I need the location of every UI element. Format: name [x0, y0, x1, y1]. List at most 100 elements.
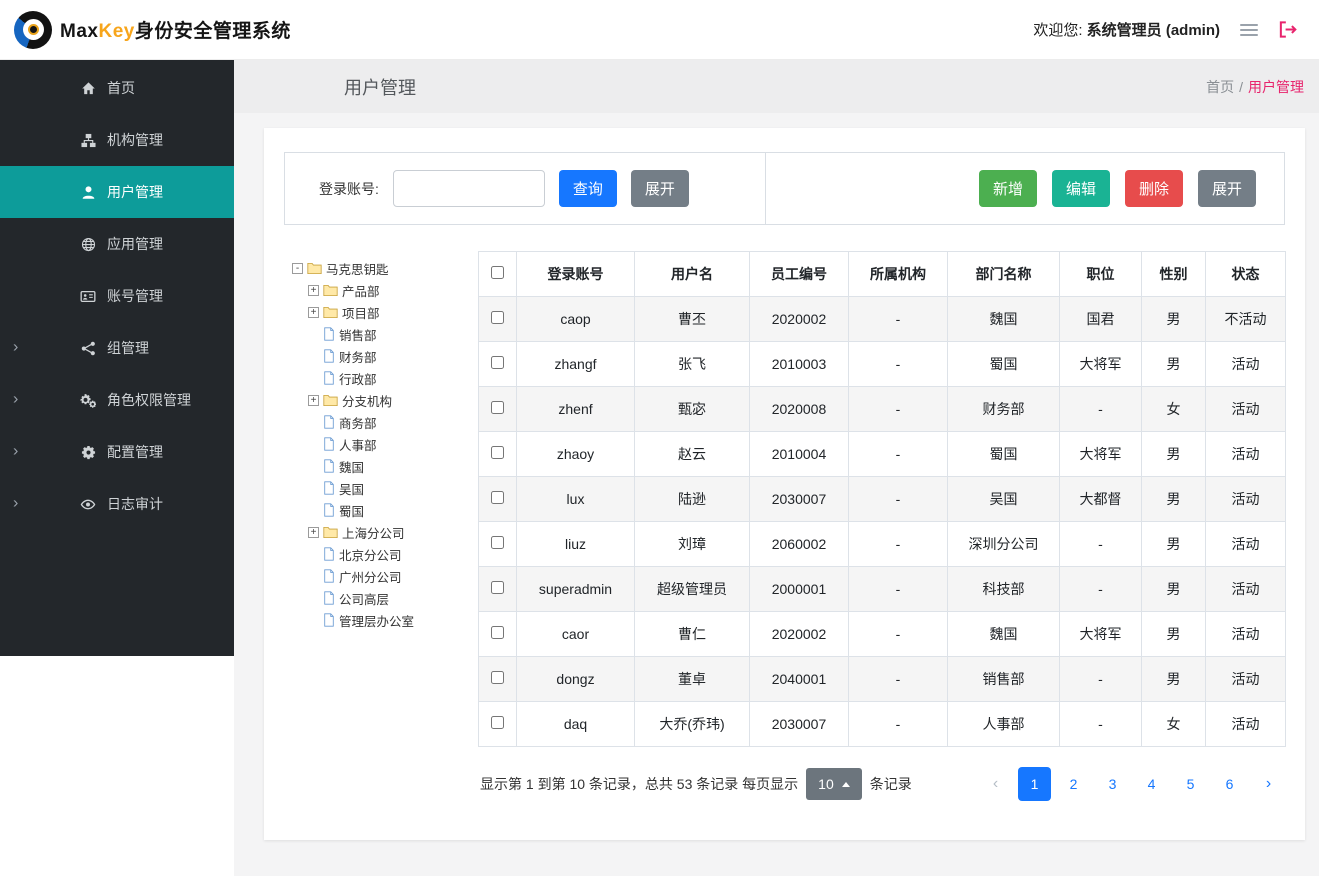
sidebar-item-accounts[interactable]: 账号管理	[0, 270, 234, 322]
table-row[interactable]: zhangf 张飞 2010003- 蜀国 大将军男活动	[478, 341, 1286, 387]
table-row[interactable]: daq 大乔(乔玮) 2030007- 人事部 - 女活动	[478, 701, 1286, 747]
edit-button[interactable]: 编辑	[1051, 170, 1110, 207]
tree-node[interactable]: 商务部	[323, 411, 466, 433]
tree-node-label[interactable]: 公司高层	[339, 589, 389, 608]
breadcrumb-home[interactable]: 首页	[1206, 79, 1234, 95]
tree-node-label[interactable]: 马克思钥匙	[326, 259, 389, 278]
tree-node-label[interactable]: 产品部	[342, 281, 380, 300]
sidebar-item-org[interactable]: 机构管理	[0, 114, 234, 166]
tree-node[interactable]: + 分支机构	[308, 389, 466, 411]
tree-node-label[interactable]: 蜀国	[339, 501, 364, 520]
expand-search-button[interactable]: 展开	[630, 170, 689, 207]
tree-node[interactable]: 人事部	[323, 433, 466, 455]
table-cell: 男	[1141, 656, 1206, 702]
file-icon	[323, 459, 335, 473]
tree-node[interactable]: 销售部	[323, 323, 466, 345]
expand-icon[interactable]: +	[308, 284, 319, 296]
menu-toggle-icon[interactable]	[1238, 19, 1260, 41]
tree-node-label[interactable]: 商务部	[339, 413, 377, 432]
row-checkbox[interactable]	[491, 581, 504, 594]
login-account-input[interactable]	[392, 170, 545, 207]
table-row[interactable]: caop 曹丕 2020002- 魏国 国君男不活动	[478, 296, 1286, 342]
prev-page-button[interactable]: ‹	[979, 767, 1012, 801]
tree-node[interactable]: + 项目部	[308, 301, 466, 323]
sidebar-item-roles[interactable]: › 角色权限管理	[0, 374, 234, 426]
table-row[interactable]: zhaoy 赵云 2010004- 蜀国 大将军男活动	[478, 431, 1286, 477]
table-cell: 赵云	[634, 431, 750, 477]
expand-icon[interactable]: +	[308, 394, 319, 406]
brand: MaxKey身份安全管理系统	[14, 10, 291, 49]
tree-node-label[interactable]: 财务部	[339, 347, 377, 366]
maxkey-logo-icon	[14, 10, 52, 49]
tree-node[interactable]: 行政部	[323, 367, 466, 389]
page-button-4[interactable]: 4	[1135, 767, 1168, 801]
tree-node[interactable]: 财务部	[323, 345, 466, 367]
expand-actions-button[interactable]: 展开	[1197, 170, 1256, 207]
row-checkbox-cell	[478, 431, 517, 477]
tree-node-label[interactable]: 北京分公司	[339, 545, 402, 564]
tree-node-label[interactable]: 管理层办公室	[339, 611, 414, 630]
sidebar-item-audit[interactable]: › 日志审计	[0, 478, 234, 530]
tree-node-label[interactable]: 项目部	[342, 303, 380, 322]
sidebar-item-apps[interactable]: 应用管理	[0, 218, 234, 270]
tree-node-label[interactable]: 人事部	[339, 435, 377, 454]
tree-node-label[interactable]: 魏国	[339, 457, 364, 476]
tree-node[interactable]: 蜀国	[323, 499, 466, 521]
table-cell: zhaoy	[516, 431, 635, 477]
tree-node[interactable]: 广州分公司	[323, 565, 466, 587]
tree-node-label[interactable]: 广州分公司	[339, 567, 402, 586]
add-button[interactable]: 新增	[978, 170, 1037, 207]
column-header: 部门名称	[947, 251, 1060, 297]
tree-node[interactable]: + 上海分公司	[308, 521, 466, 543]
sidebar-item-users[interactable]: 用户管理	[0, 166, 234, 218]
row-checkbox[interactable]	[491, 491, 504, 504]
tree-node-label[interactable]: 分支机构	[342, 391, 392, 410]
query-button[interactable]: 查询	[558, 170, 617, 207]
tree-node[interactable]: - 马克思钥匙	[292, 257, 466, 279]
table-row[interactable]: lux 陆逊 2030007- 吴国 大都督男活动	[478, 476, 1286, 522]
table-cell: 张飞	[634, 341, 750, 387]
table-row[interactable]: superadmin 超级管理员 2000001- 科技部 - 男活动	[478, 566, 1286, 612]
row-checkbox[interactable]	[491, 671, 504, 684]
page-button-5[interactable]: 5	[1174, 767, 1207, 801]
chevron-right-icon: ›	[13, 442, 19, 460]
page-button-1[interactable]: 1	[1018, 767, 1051, 801]
sidebar-item-home[interactable]: 首页	[0, 62, 234, 114]
row-checkbox[interactable]	[491, 311, 504, 324]
tree-node[interactable]: 北京分公司	[323, 543, 466, 565]
sidebar-item-config[interactable]: › 配置管理	[0, 426, 234, 478]
table-row[interactable]: caor 曹仁 2020002- 魏国 大将军男活动	[478, 611, 1286, 657]
tree-node[interactable]: 公司高层	[323, 587, 466, 609]
logout-icon[interactable]	[1278, 20, 1297, 39]
row-checkbox[interactable]	[491, 536, 504, 549]
folder-icon	[323, 284, 338, 297]
tree-node[interactable]: 魏国	[323, 455, 466, 477]
row-checkbox[interactable]	[491, 446, 504, 459]
page-size-select[interactable]: 10	[806, 768, 862, 800]
row-checkbox[interactable]	[491, 716, 504, 729]
tree-node[interactable]: 吴国	[323, 477, 466, 499]
tree-node-label[interactable]: 销售部	[339, 325, 377, 344]
expand-icon[interactable]: +	[308, 526, 319, 538]
next-page-button[interactable]: ›	[1252, 767, 1285, 801]
expand-icon[interactable]: +	[308, 306, 319, 318]
tree-node[interactable]: + 产品部	[308, 279, 466, 301]
delete-button[interactable]: 删除	[1124, 170, 1183, 207]
table-row[interactable]: dongz 董卓 2040001- 销售部 - 男活动	[478, 656, 1286, 702]
page-button-2[interactable]: 2	[1057, 767, 1090, 801]
row-checkbox[interactable]	[491, 356, 504, 369]
row-checkbox[interactable]	[491, 626, 504, 639]
select-all-checkbox[interactable]	[491, 266, 504, 279]
tree-node-label[interactable]: 上海分公司	[342, 523, 405, 542]
table-row[interactable]: liuz 刘璋 2060002- 深圳分公司 - 男活动	[478, 521, 1286, 567]
sidebar-item-groups[interactable]: › 组管理	[0, 322, 234, 374]
page-button-3[interactable]: 3	[1096, 767, 1129, 801]
tree-node-label[interactable]: 吴国	[339, 479, 364, 498]
table-row[interactable]: zhenf 甄宓 2020008- 财务部 - 女活动	[478, 386, 1286, 432]
tree-node-label[interactable]: 行政部	[339, 369, 377, 388]
tree-node[interactable]: 管理层办公室	[323, 609, 466, 631]
page-button-6[interactable]: 6	[1213, 767, 1246, 801]
users-table: 登录账号 用户名 员工编号 所属机构 部门名称 职位 性别 状态 caop 曹丕 2020002-…	[478, 251, 1286, 747]
collapse-icon[interactable]: -	[292, 262, 303, 274]
row-checkbox[interactable]	[491, 401, 504, 414]
